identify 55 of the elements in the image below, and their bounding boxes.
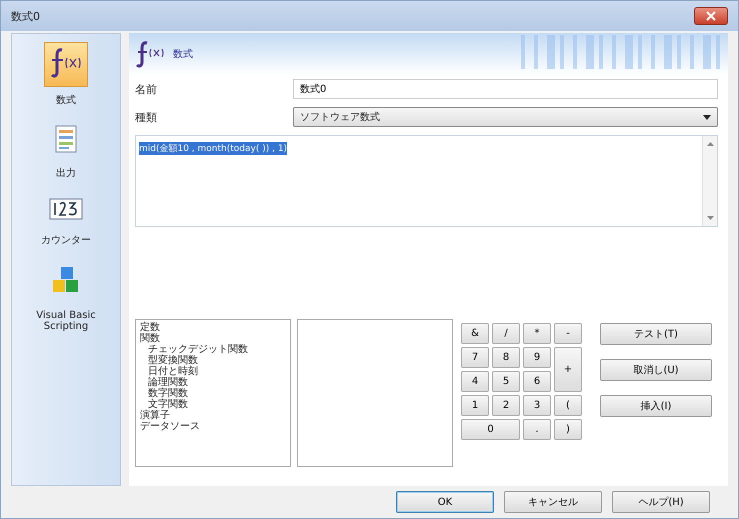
keypad-key[interactable]: + [554, 347, 582, 392]
keypad-key[interactable]: & [461, 323, 489, 344]
keypad-key[interactable]: 8 [492, 347, 520, 368]
keypad-key[interactable]: 7 [461, 347, 489, 368]
name-field[interactable]: 数式0 [293, 79, 718, 99]
scroll-down-icon [706, 216, 714, 220]
report-icon [55, 125, 77, 153]
keypad-key[interactable]: 4 [461, 371, 489, 392]
sidebar-item[interactable]: カウンター [16, 192, 116, 249]
tree-item[interactable]: チェックデジット関数 [140, 344, 286, 355]
tree-item[interactable]: 演算子 [140, 410, 286, 421]
action-button[interactable]: 挿入(I) [600, 395, 712, 417]
scrollbar[interactable] [702, 136, 717, 226]
tree-item[interactable]: データソース [140, 421, 286, 432]
keypad-key[interactable]: 2 [492, 395, 520, 416]
keypad-key[interactable]: ( [554, 395, 582, 416]
formula-text: mid(金額10 , month(today( )) , 1) [139, 142, 288, 155]
name-label: 名前 [135, 82, 158, 96]
sidebar-item[interactable]: 出力 [16, 119, 116, 182]
keypad-key[interactable]: 6 [523, 371, 551, 392]
dialog-button[interactable]: キャンセル [504, 491, 602, 513]
window-title: 数式0 [11, 8, 40, 24]
keypad-key[interactable]: 1 [461, 395, 489, 416]
formula-editor[interactable]: mid(金額10 , month(today( )) , 1) [135, 135, 718, 227]
tree-item[interactable]: 型変換関数 [140, 355, 286, 366]
tree-item[interactable]: 日付と時刻 [140, 366, 286, 377]
tree-item[interactable]: 論理関数 [140, 377, 286, 388]
type-dropdown[interactable]: ソフトウェア数式 [293, 107, 718, 127]
header-title: 数式 [173, 48, 193, 61]
keypad-key[interactable]: . [523, 419, 551, 440]
tree-item[interactable]: 文字関数 [140, 399, 286, 410]
counter-icon [49, 198, 83, 220]
type-label: 種類 [135, 110, 158, 124]
keypad-key[interactable]: 0 [461, 419, 520, 440]
sidebar-item[interactable]: 数式 [16, 40, 116, 109]
keypad-key[interactable]: * [523, 323, 551, 344]
tree-item[interactable]: 数字関数 [140, 388, 286, 399]
keypad-key[interactable]: 9 [523, 347, 551, 368]
action-button[interactable]: テスト(T) [600, 323, 712, 345]
keypad-key[interactable]: 3 [523, 395, 551, 416]
keypad-key[interactable]: 5 [492, 371, 520, 392]
dialog-button[interactable]: OK [396, 491, 494, 513]
sidebar-item[interactable]: Visual Basic Scripting [16, 259, 116, 334]
function-icon [135, 40, 165, 68]
tree-item[interactable]: 関数 [140, 333, 286, 344]
close-button[interactable] [694, 7, 728, 25]
dropdown-arrow-icon [703, 114, 711, 120]
tree-item[interactable]: 定数 [140, 322, 286, 333]
keypad-key[interactable]: / [492, 323, 520, 344]
close-icon [705, 11, 717, 21]
dialog-button[interactable]: ヘルプ(H) [612, 491, 710, 513]
action-button[interactable]: 取消し(U) [600, 359, 712, 381]
scroll-up-icon [706, 142, 714, 146]
keypad-key[interactable]: ) [554, 419, 582, 440]
keypad-key[interactable]: - [554, 323, 582, 344]
